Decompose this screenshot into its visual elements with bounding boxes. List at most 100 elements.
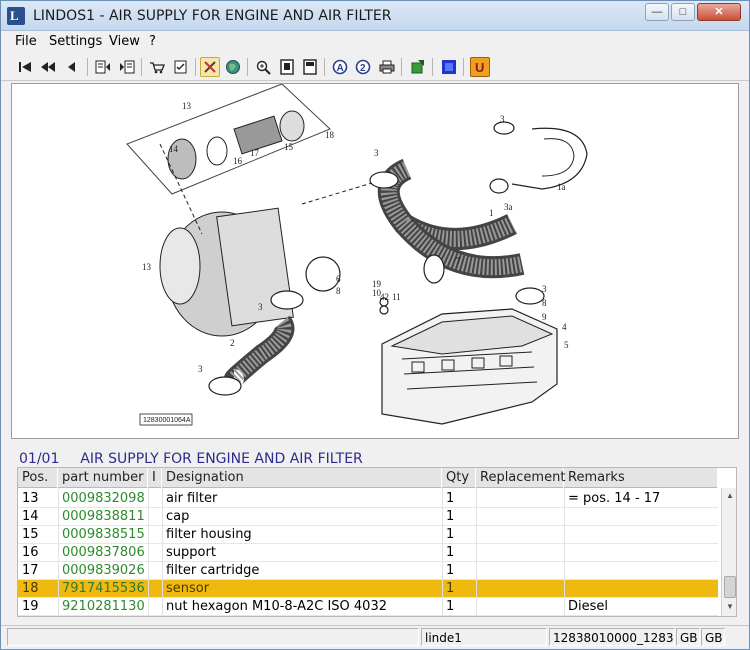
svg-text:U: U (475, 60, 484, 74)
previous-icon[interactable] (61, 57, 81, 77)
cell-i (148, 508, 162, 526)
table-row[interactable]: 19 9210281130 nut hexagon M10-8-A2C ISO 40… (18, 598, 718, 616)
previous-group-icon[interactable] (38, 57, 58, 77)
callout-42: 42 (380, 292, 389, 302)
table-row[interactable]: 13 0009832098 air filter 1 = pos. 14 - 17 (18, 490, 718, 508)
callout-14: 14 (169, 144, 179, 154)
cell-qty: 1 (446, 491, 455, 506)
scroll-thumb[interactable] (724, 576, 736, 598)
callout-11: 11 (392, 292, 401, 302)
col-part-number[interactable]: part number (58, 468, 148, 488)
search-a-icon[interactable]: A (330, 57, 350, 77)
toolbar-separator (195, 58, 196, 76)
cart-icon[interactable] (147, 57, 167, 77)
cell-part-number: 0009837806 (62, 545, 145, 560)
status-bar: linde1 12838010000_128301 GB GB (1, 625, 749, 649)
cell-pos: 13 (22, 491, 39, 506)
cell-qty: 1 (446, 509, 455, 524)
callout-16: 16 (233, 156, 243, 166)
close-button[interactable]: ✕ (697, 3, 741, 21)
cell-part-number: 0009838515 (62, 527, 145, 542)
cell-qty: 1 (446, 527, 455, 542)
page-view-icon[interactable] (277, 57, 297, 77)
section-heading: 01/01 AIR SUPPLY FOR ENGINE AND AIR FILT… (19, 451, 363, 467)
svg-text:A: A (337, 63, 344, 74)
col-qty[interactable]: Qty (442, 468, 476, 488)
cell-i (148, 598, 162, 616)
parts-diagram: 13 14 16 17 15 18 13 6 8 19 10 42 11 7 2… (126, 83, 588, 426)
toolbar-separator (401, 58, 402, 76)
toolbar-separator (324, 58, 325, 76)
callout-3-right: 3 (542, 284, 547, 294)
cell-designation: filter housing (166, 527, 252, 542)
cell-remarks (564, 544, 718, 562)
order-form-icon[interactable] (171, 57, 191, 77)
export-icon[interactable] (408, 57, 428, 77)
col-designation[interactable]: Designation (162, 468, 442, 488)
col-replacement[interactable]: Replacement (476, 468, 565, 488)
vertical-scrollbar[interactable]: ▲ ▼ (721, 488, 736, 616)
maximize-button[interactable]: □ (671, 3, 695, 21)
status-user: linde1 (421, 628, 547, 646)
title-bar[interactable]: L LINDOS1 - AIR SUPPLY FOR ENGINE AND AI… (1, 1, 749, 31)
cell-qty: 1 (446, 599, 455, 614)
toolbar-separator (247, 58, 248, 76)
globe-icon[interactable] (223, 57, 243, 77)
page-print-icon[interactable] (300, 57, 320, 77)
cell-designation: cap (166, 509, 190, 524)
scroll-up-icon[interactable]: ▲ (723, 489, 736, 503)
menu-view[interactable]: View (109, 34, 140, 49)
status-lang-1: GB (676, 628, 700, 646)
scroll-down-icon[interactable]: ▼ (723, 600, 736, 614)
callout-8: 8 (336, 286, 341, 296)
toolbar-separator (432, 58, 433, 76)
table-row[interactable]: 14 0009838811 cap 1 (18, 508, 718, 526)
callout-9: 9 (542, 312, 547, 322)
cell-designation: support (166, 545, 216, 560)
cell-pos: 19 (22, 599, 39, 614)
search-2-icon[interactable]: 2 (353, 57, 373, 77)
section-id: 01/01 (19, 451, 60, 467)
callout-3-lower: 3 (198, 364, 203, 374)
zoom-icon[interactable] (253, 57, 273, 77)
exploded-parts-drawing[interactable]: 13 14 16 17 15 18 13 6 8 19 10 42 11 7 2… (11, 83, 739, 439)
table-row[interactable]: 15 0009838515 filter housing 1 (18, 526, 718, 544)
callout-3-top: 3 (374, 148, 379, 158)
menu-settings[interactable]: Settings (49, 34, 102, 49)
menu-file[interactable]: File (15, 34, 37, 49)
section-title: AIR SUPPLY FOR ENGINE AND AIR FILTER (80, 451, 363, 467)
grid-view-icon[interactable] (439, 57, 459, 77)
column-divider (148, 488, 149, 616)
cell-remarks (564, 526, 718, 544)
cell-i (148, 544, 162, 562)
callout-7: 7 (456, 256, 461, 266)
callout-2: 2 (230, 338, 235, 348)
parts-table: Pos. part number I Designation Qty Repla… (17, 467, 737, 617)
cell-part-number: 0009832098 (62, 491, 145, 506)
col-pos[interactable]: Pos. (18, 468, 58, 488)
app-logo-icon: L (7, 7, 25, 25)
minimize-button[interactable]: — (645, 3, 669, 21)
callout-3-mid: 3 (258, 302, 263, 312)
first-page-icon[interactable] (15, 57, 35, 77)
tools-icon[interactable] (200, 57, 220, 77)
cell-i (148, 526, 162, 544)
forward-list-icon[interactable] (117, 57, 137, 77)
cell-qty: 1 (446, 563, 455, 578)
cell-designation: air filter (166, 491, 218, 506)
cell-part-number: 0009839026 (62, 563, 145, 578)
col-i[interactable]: I (148, 468, 162, 488)
back-list-icon[interactable] (93, 57, 113, 77)
table-row[interactable]: 17 0009839026 filter cartridge 1 (18, 562, 718, 580)
cell-replacement (476, 544, 564, 562)
print-icon[interactable] (377, 57, 397, 77)
window-title: LINDOS1 - AIR SUPPLY FOR ENGINE AND AIR … (33, 8, 392, 24)
menu-help[interactable]: ? (149, 34, 156, 49)
table-row[interactable]: 16 0009837806 support 1 (18, 544, 718, 562)
col-remarks[interactable]: Remarks (564, 468, 718, 488)
cell-remarks (564, 580, 718, 598)
table-row[interactable]: 18 7917415536 sensor 1 (18, 580, 718, 598)
info-u-icon[interactable]: U (470, 57, 490, 77)
toolbar: A 2 U (1, 53, 749, 81)
callout-18: 18 (325, 130, 335, 140)
